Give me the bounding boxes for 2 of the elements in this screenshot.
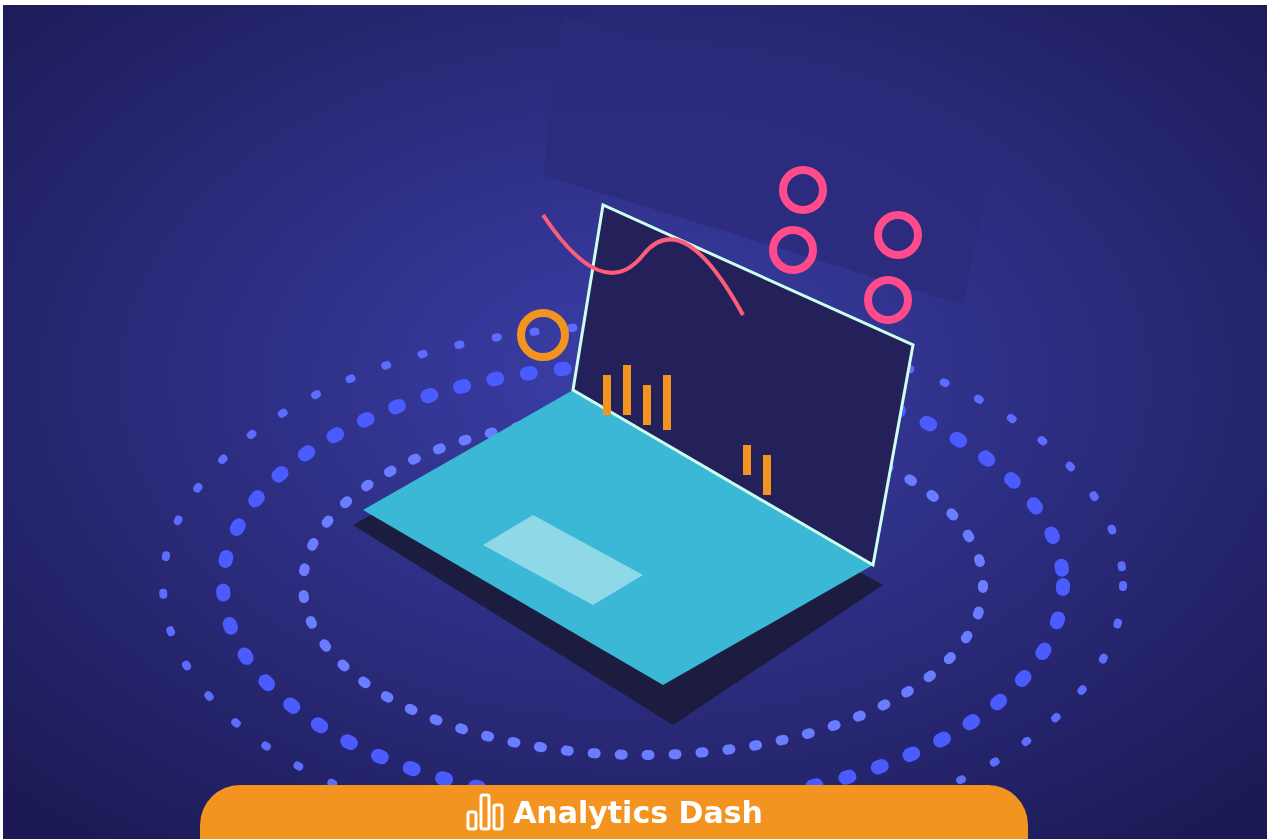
bar-chart-icon xyxy=(465,792,506,832)
analytics-dashboard-button[interactable]: Analytics Dash xyxy=(200,785,1028,839)
